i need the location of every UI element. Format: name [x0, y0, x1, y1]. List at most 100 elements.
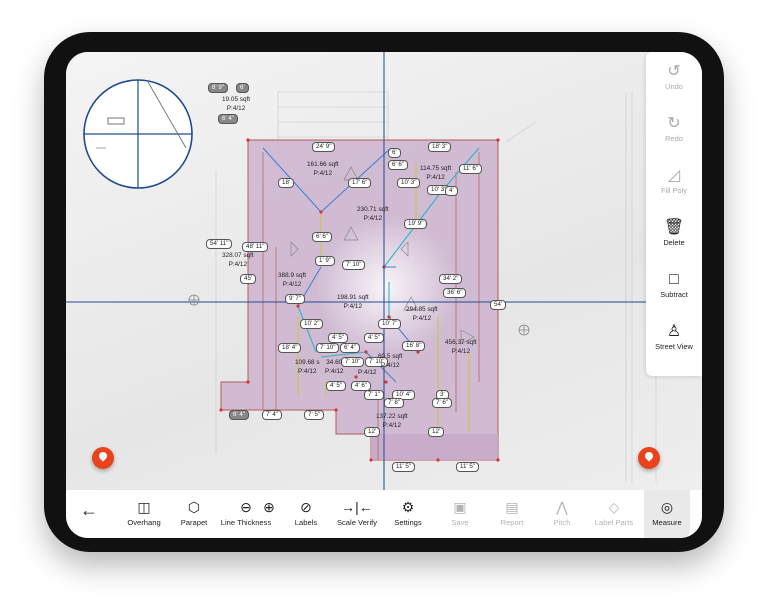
drawing-canvas[interactable]: 8' 9" 6' 6' 4" 24' 9" 18' 3" 6' 6' 6" 11… [66, 52, 702, 490]
dimension-label[interactable]: 7' 8" [384, 398, 404, 408]
label-parts-button[interactable]: ◇ Label Parts [592, 496, 636, 527]
save-button[interactable]: ▣ Save [442, 496, 478, 527]
area-label: 328.07 sqft P:4/12 [222, 252, 254, 268]
overhang-label: Overhang [127, 518, 161, 527]
report-icon: ▤ [505, 499, 519, 515]
area-label: 230.71 sqft P:4/12 [357, 206, 389, 222]
measure-label: Measure [652, 518, 682, 527]
overhang-button[interactable]: ◫ Overhang [124, 496, 164, 527]
dimension-label[interactable]: 54' 11" [206, 239, 233, 249]
line-thickness-plus-button[interactable]: ⊕ [258, 496, 280, 518]
dimension-label[interactable]: 4' 5" [326, 381, 346, 391]
eye-off-icon: ⊘ [300, 499, 312, 515]
delete-label: Delete [663, 238, 685, 247]
dimension-label[interactable]: 17' 6" [348, 178, 372, 188]
undo-button[interactable]: ↺ Undo [646, 62, 702, 91]
dimension-label[interactable]: 18' 4" [278, 343, 302, 353]
settings-label: Settings [394, 518, 422, 527]
pitch-button[interactable]: ⋀ Pitch [544, 496, 580, 527]
dimension-label[interactable]: 7' 10" [342, 260, 366, 270]
location-pin-icon[interactable] [638, 447, 660, 469]
report-label: Report [500, 518, 524, 527]
side-tool-panel: ↺ Undo ↻ Redo ◿ Fill Poly 🗑 Delete □ Sub… [646, 52, 702, 376]
dimension-label[interactable]: 6' 4" [229, 410, 249, 420]
dimension-label[interactable]: 54' [490, 300, 507, 310]
scale-verify-button[interactable]: →|← Scale Verify [334, 496, 380, 527]
dimension-label[interactable]: 12' [428, 427, 445, 437]
dimension-label[interactable]: 7' 6" [432, 398, 452, 408]
area-label: 109.68 s P:4/12 [295, 359, 320, 375]
redo-button[interactable]: ↻ Redo [646, 114, 702, 143]
dimension-label[interactable]: 11' 5" [392, 462, 415, 472]
dimension-label[interactable]: 18' 3" [428, 142, 452, 152]
tape-measure-icon: ◎ [660, 499, 674, 515]
dimension-label[interactable]: 4' 5" [328, 333, 348, 343]
gear-icon: ⚙ [401, 499, 415, 515]
dimension-label[interactable]: 10' 7" [378, 319, 402, 329]
subtract-button[interactable]: □ Subtract [646, 270, 702, 299]
scale-verify-label: Scale Verify [336, 518, 378, 527]
dimension-label[interactable]: 6' [236, 83, 249, 93]
measure-button[interactable]: ◎ Measure [644, 490, 690, 538]
dimension-label[interactable]: 4' 5" [364, 333, 384, 343]
dimension-label[interactable]: 1' 9" [315, 256, 335, 266]
dimension-label[interactable]: 24' 9" [312, 142, 336, 152]
area-label: 137.22 sqft P:4/12 [376, 413, 408, 429]
dimension-label[interactable]: 9' 7" [285, 294, 305, 304]
area-label: 198.91 sqft P:4/12 [337, 294, 369, 310]
dimension-label[interactable]: 10' 2" [300, 319, 324, 329]
fill-poly-button[interactable]: ◿ Fill Poly [646, 166, 702, 195]
save-icon: ▣ [453, 499, 467, 515]
report-button[interactable]: ▤ Report [494, 496, 530, 527]
subtract-label: Subtract [660, 290, 688, 299]
dimension-label[interactable]: 7' 1" [364, 390, 384, 400]
street-view-button[interactable]: ♙ Street View [646, 322, 702, 351]
tag-icon: ◇ [608, 499, 620, 515]
dimension-label[interactable]: 7' 5" [304, 410, 324, 420]
parapet-button[interactable]: ⬡ Parapet [176, 496, 212, 527]
dimension-label[interactable]: 6' 4" [340, 343, 360, 353]
redo-label: Redo [665, 134, 683, 143]
overhang-icon: ◫ [137, 499, 151, 515]
dimension-label[interactable]: 11' 6" [459, 164, 482, 174]
area-label: 161.66 sqft P:4/12 [307, 161, 339, 177]
location-pin-icon[interactable] [92, 447, 114, 469]
dimension-label[interactable]: 8' 9" [208, 83, 228, 93]
labels-button[interactable]: ⊘ Labels [288, 496, 324, 527]
pitch-icon: ⋀ [556, 499, 568, 515]
labels-label: Labels [294, 518, 318, 527]
area-label: 34.60 P:4/12 [325, 359, 344, 375]
dimension-label[interactable]: 45' [240, 274, 257, 284]
parapet-label: Parapet [180, 518, 208, 527]
area-label: 456.37 sqft P:4/12 [445, 339, 477, 355]
area-label: 114.75 sqft P:4/12 [420, 165, 452, 181]
dimension-label[interactable]: 11' 5" [456, 462, 479, 472]
dimension-label[interactable]: 6' 6" [388, 160, 408, 170]
delete-button[interactable]: 🗑 Delete [646, 218, 702, 247]
dimension-label[interactable]: 10' 3" [397, 178, 421, 188]
trash-icon: 🗑 [663, 219, 685, 236]
back-arrow-icon[interactable]: ← [80, 500, 98, 521]
dimension-label[interactable]: 36' 6" [443, 288, 467, 298]
dimension-label[interactable]: 7' 10" [341, 357, 365, 367]
dimension-label[interactable]: 6' 6" [312, 232, 332, 242]
dimension-label[interactable]: 7' 4" [262, 410, 282, 420]
dimension-label[interactable]: 6' [388, 148, 401, 158]
magnifier-loupe [83, 79, 193, 189]
dimension-label[interactable]: 18' [278, 178, 295, 188]
plus-circle-icon: ⊕ [263, 499, 275, 515]
dimension-label[interactable]: 19' 9" [404, 219, 428, 229]
dimension-label[interactable]: 4' [445, 186, 458, 196]
dimension-label[interactable]: 7' 10" [316, 343, 340, 353]
settings-button[interactable]: ⚙ Settings [390, 496, 426, 527]
tablet-frame: 8' 9" 6' 6' 4" 24' 9" 18' 3" 6' 6' 6" 11… [44, 32, 724, 552]
app-screen: 8' 9" 6' 6' 4" 24' 9" 18' 3" 6' 6' 6" 11… [66, 52, 702, 538]
person-icon: ♙ [666, 323, 682, 340]
dimension-label[interactable]: 6' 4" [218, 114, 238, 124]
dimension-label[interactable]: 34' 2" [439, 274, 463, 284]
dimension-label[interactable]: 16' 8" [402, 341, 426, 351]
area-label: 294.85 sqft P:4/12 [406, 306, 438, 322]
parapet-icon: ⬡ [187, 499, 201, 515]
area-label: 60.5 sqft P:4/12 [378, 353, 403, 369]
line-thickness-label: Line Thickness [220, 518, 272, 527]
